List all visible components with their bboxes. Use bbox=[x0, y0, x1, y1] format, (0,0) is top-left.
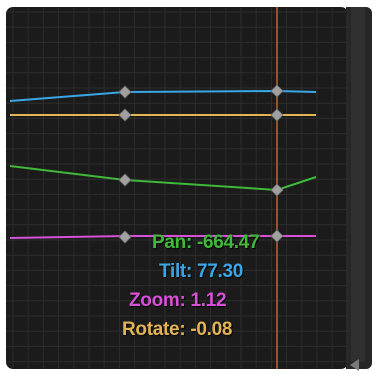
keyframe-icon[interactable] bbox=[118, 173, 132, 187]
curves-layer bbox=[6, 7, 348, 369]
tilt-curve[interactable] bbox=[9, 89, 317, 102]
pan-readout: Pan: -664.47 bbox=[152, 232, 260, 253]
rotate-readout: Rotate: -0.08 bbox=[122, 319, 233, 340]
keyframe-icon[interactable] bbox=[270, 84, 284, 98]
keyframe-icon[interactable] bbox=[118, 230, 132, 244]
keyframe-icon[interactable] bbox=[118, 108, 132, 122]
pan-curve[interactable] bbox=[9, 165, 317, 192]
zoom-readout: Zoom: 1.12 bbox=[129, 290, 227, 311]
curve-editor-window: Pan: -664.47 Tilt: 77.30 Zoom: 1.12 Rota… bbox=[0, 0, 378, 374]
grid-lines bbox=[6, 7, 348, 369]
keyframe-icon[interactable] bbox=[270, 108, 284, 122]
tilt-readout: Tilt: 77.30 bbox=[159, 261, 243, 282]
